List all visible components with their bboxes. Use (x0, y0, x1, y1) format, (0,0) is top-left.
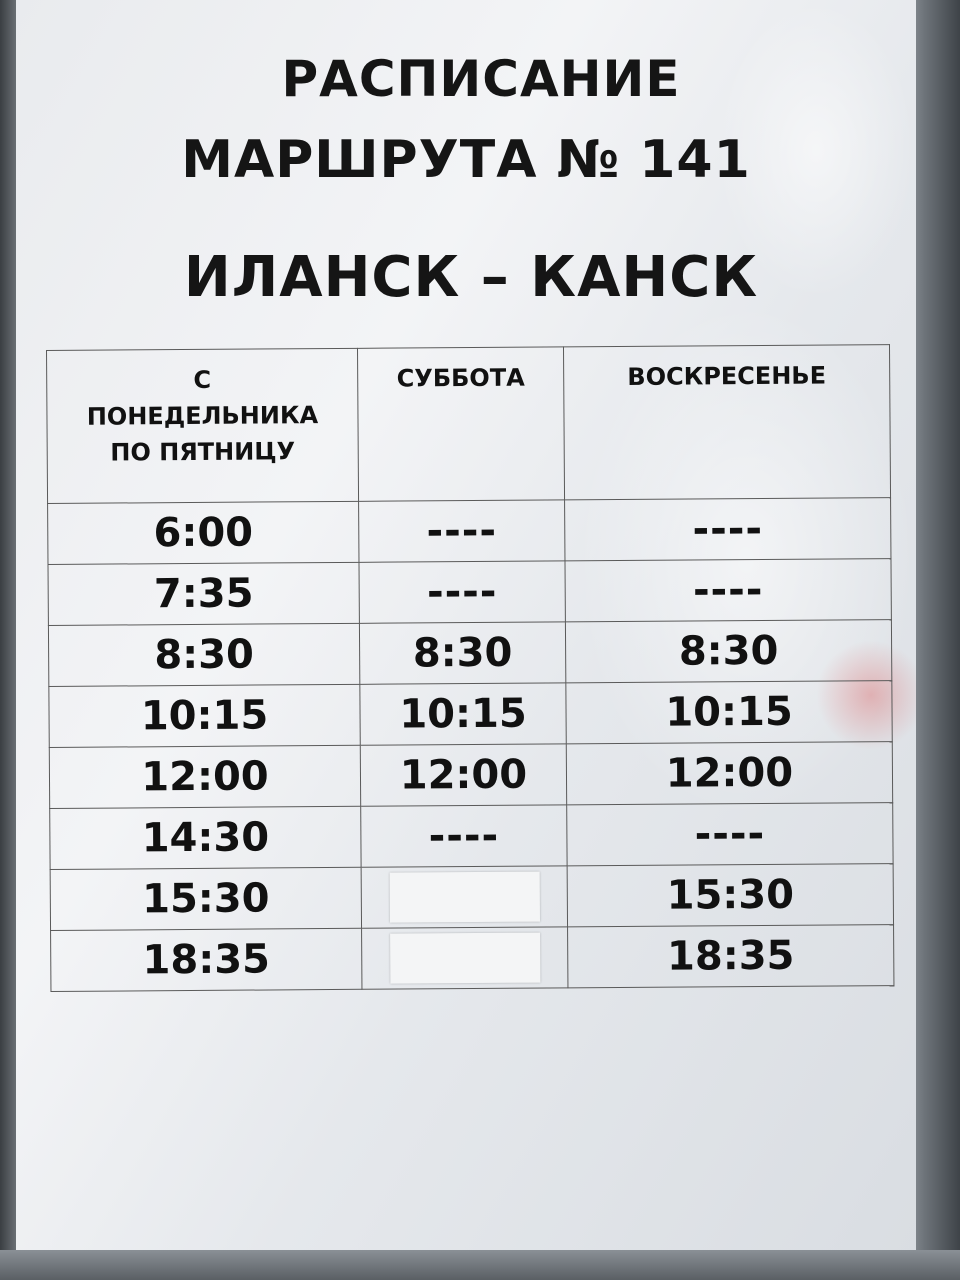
table-header-row: С ПОНЕДЕЛЬНИКА ПО ПЯТНИЦУ СУББОТА ВОСКРЕ… (46, 344, 891, 504)
notice-route-number: МАРШРУТА № 141 (181, 130, 751, 190)
table-row: 12:00 12:00 12:00 (49, 741, 893, 809)
window-frame-left (0, 0, 16, 1280)
saturday-time: 12:00 (360, 743, 567, 807)
sunday-time: ---- (564, 497, 891, 561)
table-row: 8:30 8:30 8:30 (48, 619, 892, 687)
table-row: 15:30 15:30 (50, 863, 894, 931)
weekday-time: 14:30 (49, 806, 362, 870)
sunday-time: 12:00 (566, 741, 893, 805)
saturday-time: ---- (358, 560, 566, 624)
table-row: 14:30 ---- ---- (49, 802, 894, 870)
table-row: 10:15 10:15 10:15 (48, 680, 893, 748)
window-frame-bottom (0, 1250, 960, 1280)
paper-patch (389, 871, 540, 923)
sunday-time: 15:30 (567, 863, 894, 927)
header-saturday: СУББОТА (357, 346, 565, 502)
sunday-time: ---- (564, 558, 892, 622)
weekday-time: 8:30 (48, 623, 360, 687)
saturday-time: 8:30 (359, 621, 566, 685)
weekday-time: 15:30 (50, 867, 362, 931)
saturday-time: 10:15 (359, 682, 567, 746)
table-row: 7:35 ---- ---- (47, 558, 892, 626)
weekday-time: 10:15 (48, 684, 361, 748)
schedule-notice: РАСПИСАНИЕ МАРШРУТА № 141 ИЛАНСК – КАНСК… (16, 0, 916, 1262)
weekday-time: 7:35 (47, 562, 360, 626)
saturday-cell-covered (361, 865, 568, 929)
sunday-time: ---- (566, 802, 894, 866)
notice-title: РАСПИСАНИЕ (281, 50, 681, 108)
schedule-table: С ПОНЕДЕЛЬНИКА ПО ПЯТНИЦУ СУББОТА ВОСКРЕ… (46, 344, 894, 992)
saturday-time: ---- (360, 804, 568, 868)
sunday-time: 18:35 (567, 924, 894, 988)
header-sunday: ВОСКРЕСЕНЬЕ (563, 344, 891, 500)
sunday-time: 8:30 (565, 619, 892, 683)
sunday-time: 10:15 (565, 680, 893, 744)
paper-patch (389, 932, 540, 984)
weekday-time: 18:35 (50, 928, 362, 992)
saturday-time: ---- (358, 499, 565, 563)
table-row: 18:35 18:35 (50, 924, 894, 992)
weekday-time: 6:00 (47, 501, 359, 565)
header-weekdays: С ПОНЕДЕЛЬНИКА ПО ПЯТНИЦУ (46, 348, 359, 504)
weekday-time: 12:00 (49, 745, 361, 809)
table-row: 6:00 ---- ---- (47, 497, 891, 565)
saturday-cell-covered (361, 926, 568, 990)
notice-route-name: ИЛАНСК – КАНСК (183, 245, 759, 310)
